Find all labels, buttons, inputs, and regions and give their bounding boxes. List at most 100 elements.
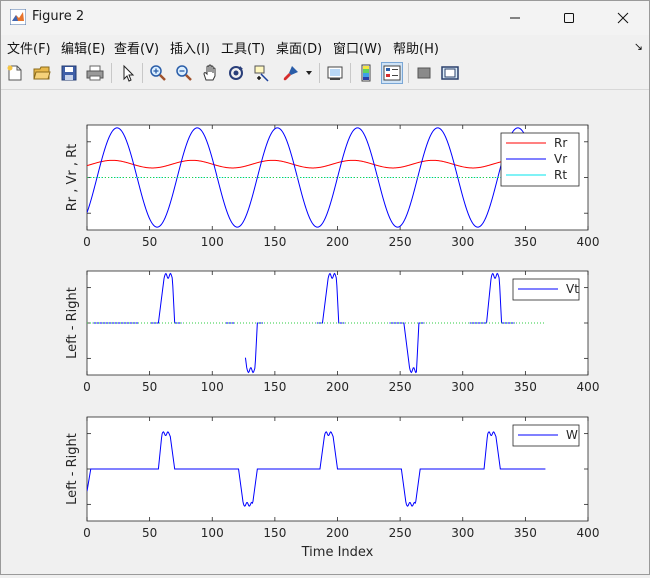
legend-label: Vr xyxy=(554,152,567,166)
x-tick-label: 350 xyxy=(514,380,537,394)
menu-overflow-icon[interactable]: ↘ xyxy=(634,40,643,53)
menu-desktop[interactable]: 桌面(D) xyxy=(276,38,322,57)
data-cursor-button[interactable] xyxy=(251,62,273,84)
menu-bar: 文件(F) 编辑(E) 查看(V) 插入(I) 工具(T) 桌面(D) 窗口(W… xyxy=(1,35,649,57)
open-file-button[interactable] xyxy=(31,62,53,84)
legend-label: Vt xyxy=(566,282,579,296)
maximize-button[interactable] xyxy=(546,1,592,35)
link-plot-button[interactable] xyxy=(324,62,346,84)
brush-button[interactable] xyxy=(280,62,302,84)
x-tick-label: 200 xyxy=(326,380,349,394)
insert-legend-icon xyxy=(383,65,401,81)
pan-hand-icon xyxy=(203,64,216,81)
window-title: Figure 2 xyxy=(32,9,85,24)
pointer-icon xyxy=(123,64,135,82)
y-axis-label: Left - Right xyxy=(65,433,80,505)
x-tick-label: 50 xyxy=(142,380,157,394)
new-figure-button[interactable] xyxy=(4,62,26,84)
save-button[interactable] xyxy=(58,62,80,84)
x-tick-label: 250 xyxy=(389,526,412,540)
legend-label: Rr xyxy=(554,136,567,150)
toolbar-separator xyxy=(408,63,409,83)
zoom-out-button[interactable] xyxy=(173,62,195,84)
legend-label: Rt xyxy=(554,168,567,182)
toolbar xyxy=(1,57,649,90)
menu-insert[interactable]: 插入(I) xyxy=(170,38,210,57)
x-tick-label: 300 xyxy=(451,235,474,249)
x-tick-label: 0 xyxy=(83,235,91,249)
insert-legend-button[interactable] xyxy=(381,62,403,84)
zoom-out-icon xyxy=(176,65,192,81)
menu-file[interactable]: 文件(F) xyxy=(7,38,51,57)
save-icon xyxy=(61,65,77,81)
data-cursor-icon xyxy=(254,65,269,82)
x-tick-label: 0 xyxy=(83,380,91,394)
x-tick-label: 350 xyxy=(514,526,537,540)
x-tick-label: 200 xyxy=(326,526,349,540)
menu-help[interactable]: 帮助(H) xyxy=(393,38,439,57)
x-tick-label: 100 xyxy=(201,526,224,540)
menu-edit[interactable]: 编辑(E) xyxy=(61,38,105,57)
x-tick-label: 400 xyxy=(577,380,600,394)
figure-window: Figure 2 文件(F) 编辑(E) 查看(V) 插入(I) 工具(T) 桌… xyxy=(0,0,650,575)
new-figure-icon xyxy=(7,65,22,81)
toolbar-separator xyxy=(319,63,320,83)
x-tick-label: 400 xyxy=(577,526,600,540)
toolbar-separator xyxy=(142,63,143,83)
brush-icon xyxy=(283,66,298,81)
x-tick-label: 100 xyxy=(201,380,224,394)
menu-window[interactable]: 窗口(W) xyxy=(333,38,382,57)
legend: Rr Vr Rt xyxy=(500,132,580,187)
show-plot-tools-button[interactable] xyxy=(439,62,461,84)
axes-3: 0 50 100 150 200 250 300 350 400 Left - Right Time… xyxy=(65,416,600,560)
insert-colorbar-icon xyxy=(361,64,371,82)
x-tick-label: 350 xyxy=(514,235,537,249)
zoom-in-button[interactable] xyxy=(147,62,169,84)
toolbar-separator xyxy=(111,63,112,83)
menu-tools[interactable]: 工具(T) xyxy=(221,38,265,57)
figure-canvas: 0 50 100 150 200 250 300 350 400 Rr , Vr , Rt Rr Vr… xyxy=(1,90,649,574)
x-tick-label: 300 xyxy=(451,380,474,394)
open-file-icon xyxy=(33,66,51,80)
x-tick-label: 150 xyxy=(263,380,286,394)
pointer-button[interactable] xyxy=(117,62,139,84)
brush-dropdown-icon xyxy=(306,71,312,75)
legend-label: W xyxy=(566,428,578,442)
show-plot-tools-icon xyxy=(441,66,459,80)
minimize-icon xyxy=(510,17,520,19)
print-button[interactable] xyxy=(84,62,106,84)
axes-1: 0 50 100 150 200 250 300 350 400 Rr , Vr , Rt Rr Vr… xyxy=(65,124,600,249)
maximize-icon xyxy=(564,13,574,23)
y-axis-label: Left - Right xyxy=(65,287,80,359)
x-axis-label: Time Index xyxy=(301,545,374,560)
brush-dropdown-button[interactable] xyxy=(304,62,314,84)
minimize-button[interactable] xyxy=(492,1,538,35)
x-tick-label: 200 xyxy=(326,235,349,249)
insert-colorbar-button[interactable] xyxy=(355,62,377,84)
rotate-3d-button[interactable] xyxy=(225,62,247,84)
x-tick-label: 150 xyxy=(263,526,286,540)
x-tick-label: 100 xyxy=(201,235,224,249)
legend: Vt xyxy=(512,278,580,301)
menu-view[interactable]: 查看(V) xyxy=(114,38,159,57)
print-icon xyxy=(86,65,104,81)
x-tick-label: 0 xyxy=(83,526,91,540)
close-button[interactable] xyxy=(600,1,646,35)
title-bar[interactable]: Figure 2 xyxy=(1,1,649,35)
figure-plots: 0 50 100 150 200 250 300 350 400 Rr , Vr , Rt Rr Vr… xyxy=(65,124,600,560)
matlab-logo-icon xyxy=(10,9,26,25)
pan-button[interactable] xyxy=(199,62,221,84)
x-tick-label: 250 xyxy=(389,235,412,249)
x-tick-label: 400 xyxy=(577,235,600,249)
hide-plot-tools-icon xyxy=(417,67,431,79)
x-tick-label: 250 xyxy=(389,380,412,394)
toolbar-separator xyxy=(350,63,351,83)
axes-2: 0 50 100 150 200 250 300 350 400 Left - Right Vt xyxy=(65,270,600,394)
hide-plot-tools-button[interactable] xyxy=(413,62,435,84)
link-plot-icon xyxy=(327,66,343,80)
x-tick-label: 50 xyxy=(142,526,157,540)
zoom-in-icon xyxy=(150,65,166,81)
legend: W xyxy=(512,424,580,447)
close-icon xyxy=(617,12,629,24)
x-tick-label: 150 xyxy=(263,235,286,249)
